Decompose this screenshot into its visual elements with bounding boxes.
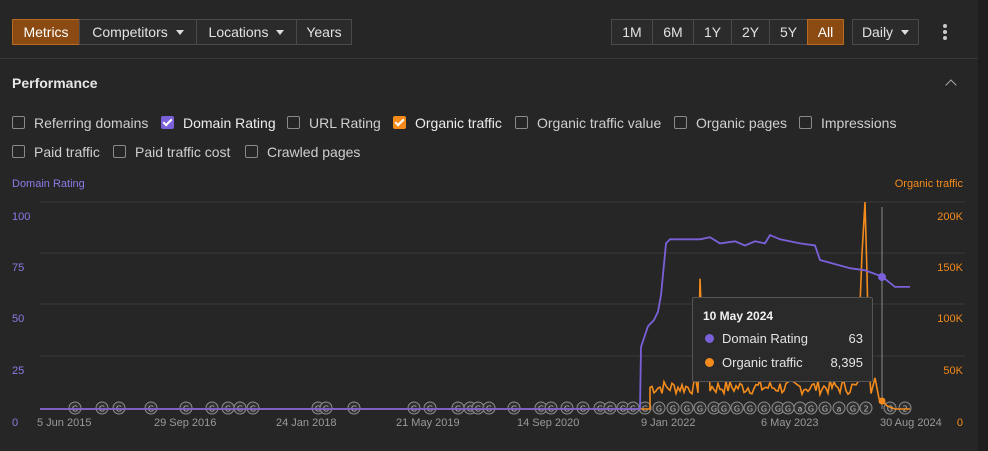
- annotation-marker-icon[interactable]: G: [451, 401, 465, 415]
- annotation-marker-icon[interactable]: G: [423, 401, 437, 415]
- svg-text:G: G: [670, 405, 676, 414]
- annotation-marker-icon[interactable]: G: [781, 401, 795, 415]
- annotation-marker-icon[interactable]: G: [560, 401, 574, 415]
- svg-text:G: G: [734, 405, 740, 414]
- hover-point-organic-traffic: [878, 397, 886, 405]
- svg-text:2: 2: [863, 405, 868, 414]
- annotation-marker-icon[interactable]: G: [68, 401, 82, 415]
- annotation-marker-icon[interactable]: G: [233, 401, 247, 415]
- annotation-marker-icon[interactable]: G: [743, 401, 757, 415]
- annotation-marker-icon[interactable]: G: [407, 401, 421, 415]
- svg-text:a: a: [798, 405, 803, 414]
- svg-text:G: G: [808, 405, 814, 414]
- annotation-marker-icon[interactable]: G: [730, 401, 744, 415]
- annotation-marker-icon[interactable]: G: [205, 401, 219, 415]
- annotation-marker-icon[interactable]: G: [818, 401, 832, 415]
- annotation-marker-icon[interactable]: G: [112, 401, 126, 415]
- annotation-marker-icon[interactable]: G: [482, 401, 496, 415]
- annotation-marker-icon[interactable]: G: [246, 401, 260, 415]
- annotation-marker-icon[interactable]: G: [319, 401, 333, 415]
- legend-dot-icon: [705, 358, 714, 367]
- svg-text:G: G: [850, 405, 856, 414]
- annotation-marker-icon[interactable]: 2: [859, 401, 873, 415]
- svg-text:G: G: [747, 405, 753, 414]
- annotation-marker-icon[interactable]: G: [576, 401, 590, 415]
- tooltip-date: 10 May 2024: [703, 309, 774, 323]
- annotation-marker-icon[interactable]: G: [846, 401, 860, 415]
- legend-dot-icon: [705, 334, 714, 343]
- svg-text:a: a: [837, 405, 842, 414]
- annotation-marker-icon[interactable]: G: [144, 401, 158, 415]
- annotation-marker-icon[interactable]: G: [693, 401, 707, 415]
- annotation-marker-icon[interactable]: G: [717, 401, 731, 415]
- annotation-marker-icon[interactable]: G: [221, 401, 235, 415]
- svg-text:G: G: [711, 405, 717, 414]
- tooltip-series-value: 63: [848, 331, 863, 346]
- annotation-marker-icon[interactable]: G: [179, 401, 193, 415]
- hover-point-domain-rating: [878, 273, 886, 281]
- svg-text:G: G: [656, 405, 662, 414]
- annotation-marker-icon[interactable]: G: [95, 401, 109, 415]
- svg-text:G: G: [785, 405, 791, 414]
- svg-text:G: G: [721, 405, 727, 414]
- tooltip-series-name: Organic traffic: [722, 355, 803, 370]
- tooltip-row-domain-rating: Domain Rating 63: [705, 331, 863, 347]
- svg-text:G: G: [761, 405, 767, 414]
- annotation-marker-icon[interactable]: a: [793, 401, 807, 415]
- annotation-marker-icon[interactable]: G: [757, 401, 771, 415]
- svg-text:G: G: [684, 405, 690, 414]
- performance-panel: Metrics Competitors Locations Years 1M 6…: [0, 0, 978, 451]
- annotation-marker-icon[interactable]: G: [804, 401, 818, 415]
- annotation-marker-icon[interactable]: G: [666, 401, 680, 415]
- annotation-marker-icon[interactable]: G: [652, 401, 666, 415]
- annotation-marker-icon[interactable]: G: [507, 401, 521, 415]
- tooltip-series-value: 8,395: [830, 355, 863, 370]
- chart-tooltip: 10 May 2024 Domain Rating 63 Organic tra…: [692, 297, 873, 382]
- svg-text:G: G: [822, 405, 828, 414]
- annotation-marker-icon[interactable]: G: [471, 401, 485, 415]
- tooltip-series-name: Domain Rating: [722, 331, 808, 346]
- annotation-marker-icon[interactable]: G: [347, 401, 361, 415]
- annotation-marker-icon[interactable]: G: [680, 401, 694, 415]
- svg-text:G: G: [775, 405, 781, 414]
- performance-chart: GGGGGGGGGGGGGGGGGGGGGGGGGGGGGGGGGGGGGGGa…: [40, 201, 965, 415]
- svg-text:G: G: [697, 405, 703, 414]
- annotation-marker-icon[interactable]: G: [544, 401, 558, 415]
- annotation-marker-icon[interactable]: 2: [898, 401, 912, 415]
- annotation-marker-icon[interactable]: a: [832, 401, 846, 415]
- annotation-marker-icon[interactable]: G: [626, 401, 640, 415]
- annotation-markers: GGGGGGGGGGGGGGGGGGGGGGGGGGGGGGGGGGGGGGGa…: [68, 401, 912, 415]
- tooltip-row-organic-traffic: Organic traffic 8,395: [705, 355, 863, 371]
- annotation-marker-icon[interactable]: G: [603, 401, 617, 415]
